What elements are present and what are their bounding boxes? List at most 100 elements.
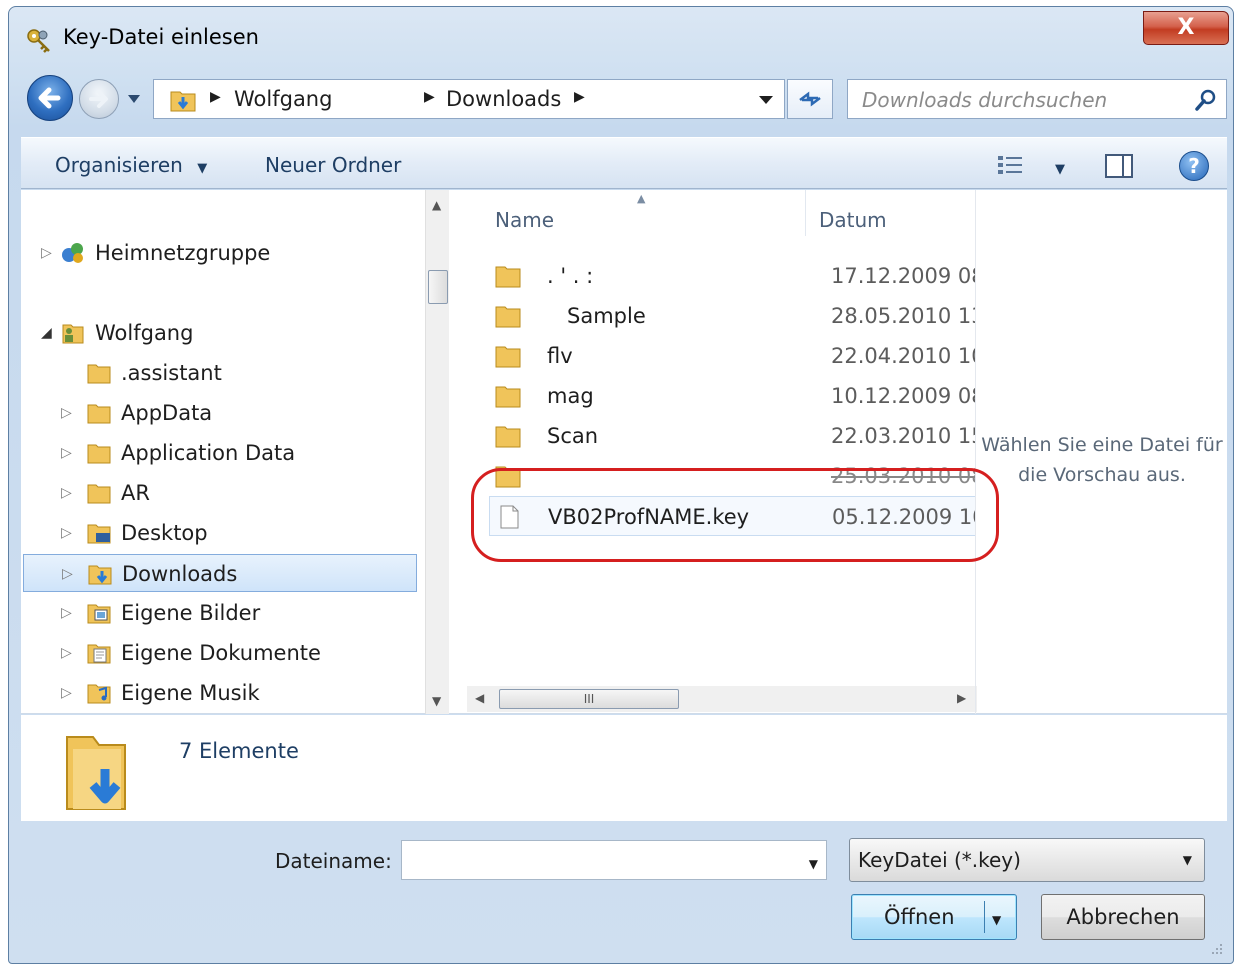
file-name: Sample (567, 304, 646, 328)
search-icon[interactable] (1194, 88, 1218, 112)
nav-item-wolfgang[interactable]: ◢ Wolfgang (39, 314, 399, 352)
address-bar[interactable]: ▶ Wolfgang ▶ Downloads ▶ (153, 79, 785, 119)
search-input[interactable]: Downloads durchsuchen (862, 88, 1107, 112)
column-header-name[interactable]: Name (495, 208, 554, 232)
filename-label: Dateiname: (275, 849, 392, 873)
scroll-left-icon[interactable]: ◀ (475, 691, 484, 705)
nav-item-eigene-musik[interactable]: ▷ Eigene Musik (59, 674, 399, 712)
breadcrumb-separator-icon: ▶ (210, 89, 221, 105)
command-toolbar: Organisieren ▼ Neuer Ordner ▼ ? (21, 137, 1227, 189)
nav-item-application-data[interactable]: ▷ Application Data (59, 434, 399, 472)
filetype-select[interactable]: KeyDatei (*.key) ▼ (849, 838, 1205, 882)
file-name: flv (547, 344, 573, 368)
item-count: 7 Elemente (179, 739, 299, 763)
nav-label-application-data: Application Data (121, 441, 296, 465)
expand-arrow-icon[interactable]: ▷ (62, 555, 73, 593)
file-row[interactable]: Sample 28.05.2010 13:2: (489, 296, 975, 336)
nav-item-homegroup[interactable]: ▷ Heimnetzgruppe (39, 234, 399, 272)
expand-arrow-icon[interactable]: ▷ (61, 474, 72, 512)
nav-scroll-thumb[interactable] (428, 270, 448, 304)
back-button[interactable] (27, 75, 73, 121)
filetype-value: KeyDatei (*.key) (858, 848, 1021, 872)
column-header-date[interactable]: Datum (819, 208, 887, 232)
file-row[interactable]: . ' . : 17.12.2009 08:00 (489, 256, 975, 296)
file-open-dialog: Key-Datei einlesen X ▶ Wolfgang ▶ Downlo… (8, 6, 1234, 964)
file-row[interactable]: mag 10.12.2009 08:5( (489, 376, 975, 416)
scroll-down-icon[interactable]: ▼ (432, 694, 441, 708)
refresh-button[interactable] (787, 79, 833, 119)
history-dropdown-icon[interactable] (125, 91, 143, 107)
preview-pane-icon[interactable] (1105, 154, 1133, 178)
filename-input[interactable]: ▼ (401, 840, 827, 880)
scroll-up-icon[interactable]: ▲ (432, 198, 441, 212)
folder-icon (87, 484, 111, 504)
file-name: Scan (547, 424, 599, 448)
file-row[interactable]: Scan 22.03.2010 15:5: (489, 416, 975, 456)
folder-icon (495, 346, 521, 368)
expand-arrow-icon[interactable]: ▷ (61, 674, 72, 712)
collapse-arrow-icon[interactable]: ◢ (41, 314, 52, 352)
search-box[interactable]: Downloads durchsuchen (847, 79, 1227, 119)
resize-grip-icon[interactable] (1209, 941, 1223, 955)
details-pane: 7 Elemente (21, 715, 1227, 821)
nav-item-appdata[interactable]: ▷ AppData (59, 394, 399, 432)
nav-item-desktop[interactable]: ▷ Desktop (59, 514, 399, 552)
help-icon[interactable]: ? (1179, 151, 1209, 181)
folder-icon (495, 386, 521, 408)
file-date: 10.12.2009 08:5( (831, 384, 975, 408)
expand-arrow-icon[interactable]: ▷ (61, 594, 72, 632)
chevron-down-icon[interactable]: ▼ (992, 913, 1001, 927)
sort-arrow-icon: ▲ (637, 192, 646, 205)
close-button[interactable]: X (1143, 11, 1229, 45)
nav-label-eigene-dokumente: Eigene Dokumente (121, 641, 321, 665)
breadcrumb-separator-icon: ▶ (424, 89, 435, 105)
nav-item-ar[interactable]: ▷ AR (59, 474, 399, 512)
view-options-icon[interactable] (997, 154, 1025, 176)
folder-icon (495, 266, 521, 288)
breadcrumb-wolfgang[interactable]: Wolfgang (234, 87, 332, 111)
chevron-down-icon: ▼ (1182, 853, 1192, 867)
nav-label-wolfgang: Wolfgang (95, 321, 194, 345)
open-label: Öffnen (884, 905, 955, 929)
file-date: 22.04.2010 10:3! (831, 344, 975, 368)
cancel-button[interactable]: Abbrechen (1041, 894, 1205, 940)
chevron-down-icon: ▼ (197, 161, 208, 176)
breadcrumb-downloads[interactable]: Downloads (446, 87, 561, 111)
chevron-down-icon[interactable]: ▼ (1055, 162, 1065, 177)
folder-icon (87, 404, 111, 424)
expand-arrow-icon[interactable]: ▷ (61, 514, 72, 552)
nav-item-assistant[interactable]: .assistant (59, 354, 399, 392)
address-dropdown-icon[interactable] (747, 79, 785, 119)
file-hscroll-thumb[interactable]: III (499, 689, 679, 709)
expand-arrow-icon[interactable]: ▷ (61, 434, 72, 472)
scroll-right-icon[interactable]: ▶ (957, 691, 966, 705)
column-divider[interactable] (805, 190, 806, 236)
nav-label-eigene-musik: Eigene Musik (121, 681, 260, 705)
highlight-annotation (471, 468, 999, 562)
organize-label: Organisieren (55, 153, 183, 177)
new-folder-button[interactable]: Neuer Ordner (265, 153, 401, 177)
file-list-pane: ▲ Name Datum . ' . : 17.12.2009 08:00 Sa… (461, 190, 975, 714)
chevron-down-icon[interactable]: ▼ (809, 857, 818, 871)
open-button[interactable]: Öffnen ▼ (851, 894, 1017, 940)
nav-item-eigene-bilder[interactable]: ▷ Eigene Bilder (59, 594, 399, 632)
file-row[interactable]: flv 22.04.2010 10:3! (489, 336, 975, 376)
expand-arrow-icon[interactable]: ▷ (41, 234, 52, 272)
nav-pane-scrollbar[interactable]: ▲ ▼ (425, 190, 449, 714)
user-folder-icon (62, 324, 84, 344)
nav-item-eigene-dokumente[interactable]: ▷ Eigene Dokumente (59, 634, 399, 672)
desktop-icon (87, 524, 111, 544)
forward-button[interactable] (79, 79, 119, 119)
arrow-right-icon (89, 90, 108, 108)
documents-icon (87, 644, 111, 664)
file-list-hscrollbar[interactable]: ◀ III ▶ (467, 686, 977, 712)
nav-item-downloads[interactable]: ▷ Downloads (23, 554, 417, 592)
expand-arrow-icon[interactable]: ▷ (61, 394, 72, 432)
nav-label-homegroup: Heimnetzgruppe (95, 241, 271, 265)
window-title: Key-Datei einlesen (63, 25, 259, 49)
expand-arrow-icon[interactable]: ▷ (61, 634, 72, 672)
file-name: . ' . : (547, 264, 594, 288)
organize-button[interactable]: Organisieren ▼ (55, 153, 207, 177)
nav-label-assistant: .assistant (121, 361, 222, 385)
nav-label-downloads: Downloads (122, 562, 238, 586)
